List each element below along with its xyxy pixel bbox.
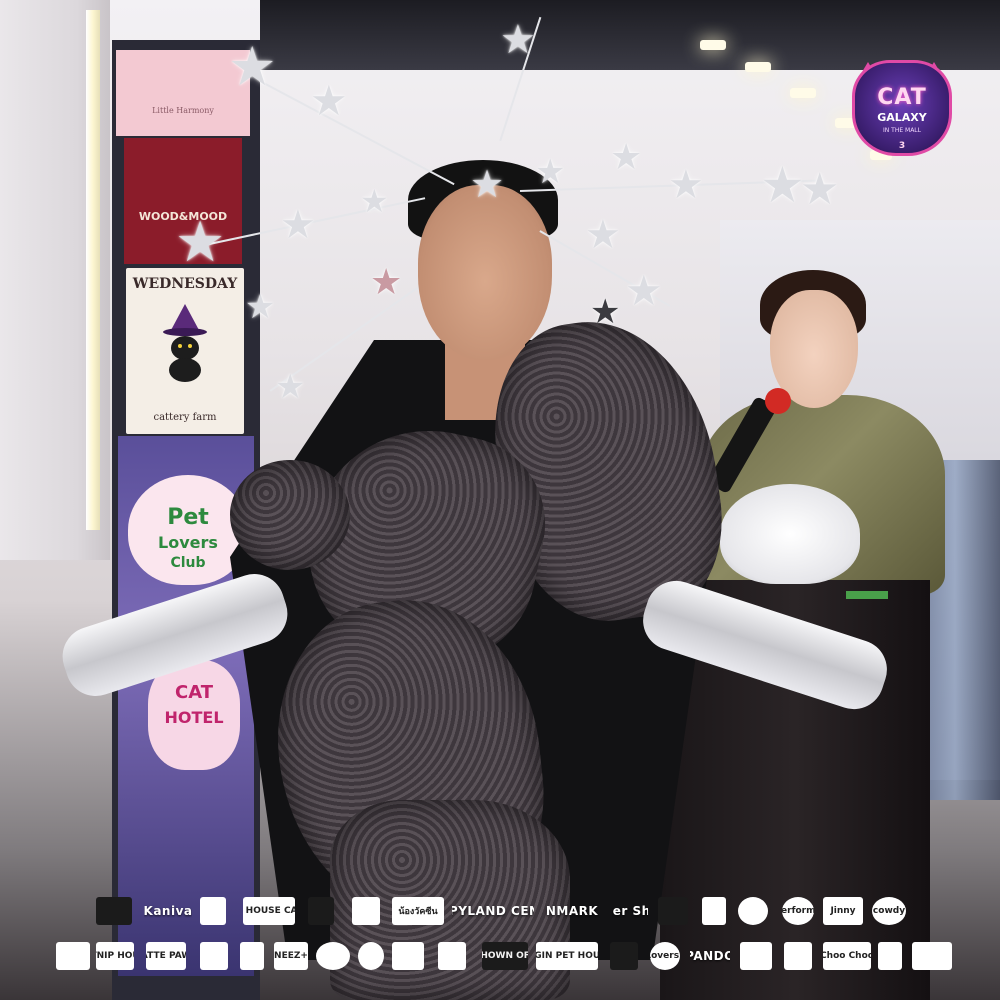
performer-face	[418, 185, 552, 360]
sponsor-logo	[878, 942, 902, 970]
silver-star-icon: ★	[228, 35, 277, 98]
microphone-head	[765, 388, 791, 414]
sponsor-logo: PANDO	[690, 949, 730, 963]
silver-star-icon: ★	[360, 182, 389, 220]
white-cat	[720, 484, 860, 584]
sponsor-logo: Kaniva	[144, 904, 192, 918]
badge-subtitle: GALAXY	[877, 111, 927, 124]
witch-cat-icon	[160, 304, 210, 384]
sponsor-logo	[784, 942, 812, 970]
sponsor-logo	[308, 897, 334, 925]
sponsor-logo	[658, 897, 688, 925]
silver-star-icon: ★	[310, 76, 348, 125]
sponsor-logo: NMARK	[545, 904, 599, 918]
silver-star-icon: ★	[610, 137, 643, 178]
sponsor-logo: BEGIN PET HOUSE	[536, 942, 598, 970]
sponsor-logo: CATNIP HOUSE CAT CAFE	[243, 897, 295, 925]
wednesday-sub: cattery farm	[153, 412, 217, 423]
pet-lovers-line3: Club	[170, 555, 206, 571]
silver-star-icon: ★	[280, 202, 316, 248]
sponsor-logo: cowdy	[872, 897, 906, 925]
bow-shoulder	[230, 460, 350, 570]
silver-star-icon: ★	[668, 162, 704, 208]
silver-star-icon: ★	[800, 164, 840, 215]
ceiling-light	[745, 62, 771, 72]
sponsor-logo: น้องวัคซีน	[392, 897, 444, 925]
sponsor-logo	[702, 897, 726, 925]
sponsor-logo	[96, 897, 132, 925]
sponsor-logo: Cheer Share	[612, 904, 648, 918]
sponsor-logo	[738, 897, 768, 925]
pillar-light-strip	[86, 10, 100, 530]
sponsor-logo	[352, 897, 380, 925]
sponsor-row-top: Kaniva CATNIP HOUSE CAT CAFE น้องวัคซีน HAP…	[0, 895, 1000, 935]
ceiling-light	[790, 88, 816, 98]
sponsor-logo	[392, 942, 424, 970]
sponsor-logo	[200, 897, 226, 925]
cat-galaxy-badge: CAT GALAXY IN THE MALL 3	[852, 60, 952, 156]
sponsor-logo	[912, 942, 952, 970]
sponsor-logo	[316, 942, 350, 970]
sponsor-logo: Choo Choo	[823, 942, 871, 970]
silver-star-icon: ★	[370, 262, 403, 303]
sponsor-logo	[610, 942, 638, 970]
pet-lovers-club-sign: Pet Lovers Club	[128, 475, 248, 585]
sponsor-row-bottom: CATNIP HOUSE CATTE PAWS NEEZ+ SHOWN OFF BEGI…	[0, 940, 1000, 980]
sponsor-logo: Pet Lovers Club	[650, 942, 680, 970]
badge-tagline: IN THE MALL	[882, 127, 921, 134]
sponsor-logo: NEEZ+	[274, 942, 308, 970]
photo-scene: Little Harmony WOOD&MOOD WEDNESDAY catte…	[0, 0, 1000, 1000]
sponsor-logo	[740, 942, 772, 970]
silver-star-icon: ★	[625, 266, 663, 315]
silver-star-icon: ★	[275, 367, 306, 407]
pet-lovers-line2: Lovers	[158, 533, 218, 552]
cat-hotel-sign: CAT HOTEL	[148, 660, 240, 770]
sponsor-logo: CATTE PAWS	[146, 942, 186, 970]
sponsor-logo	[358, 942, 384, 970]
badge-title: CAT	[877, 85, 927, 110]
badge-number: 3	[898, 141, 906, 151]
silver-star-icon: ★	[585, 212, 621, 258]
silver-star-icon: ★	[760, 156, 805, 214]
sponsor-logo: SHOWN OFF	[482, 942, 528, 970]
sponsor-logo: HAPPYLAND CENTER	[452, 904, 534, 918]
sponsor-logo: CATNIP HOUSE	[96, 942, 134, 970]
wednesday-title: WEDNESDAY	[132, 276, 238, 292]
sponsor-logo	[240, 942, 264, 970]
silver-star-icon: ★	[590, 292, 621, 332]
silver-star-icon: ★	[175, 210, 226, 275]
silver-star-icon: ★	[535, 152, 566, 192]
silver-star-icon: ★	[500, 17, 536, 63]
silver-star-icon: ★	[245, 287, 276, 327]
sponsor-logo	[200, 942, 228, 970]
silver-star-icon: ★	[470, 162, 505, 206]
ceiling-light	[700, 40, 726, 50]
sponsor-logo	[56, 942, 90, 970]
cat-hotel-line2: HOTEL	[164, 708, 224, 727]
podium-label	[846, 591, 888, 599]
sponsor-logo: Performa	[782, 897, 814, 925]
wednesday-cattery-sign: WEDNESDAY cattery farm	[126, 268, 244, 434]
sponsor-logo: Jinny	[823, 897, 863, 925]
little-harmony-text: Little Harmony	[152, 106, 214, 115]
cat-hotel-line1: CAT	[174, 682, 214, 703]
sponsor-logo	[438, 942, 466, 970]
